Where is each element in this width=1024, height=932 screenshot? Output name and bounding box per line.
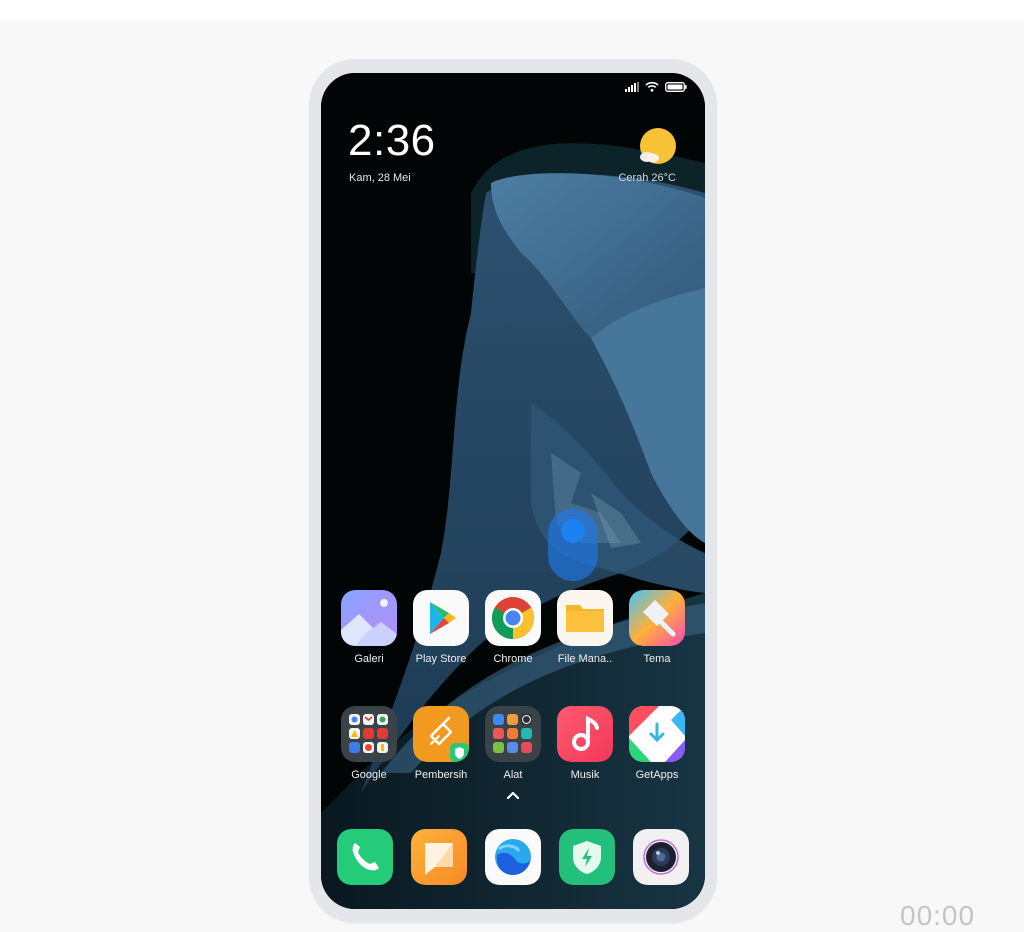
- app-label: Pembersih: [414, 769, 468, 781]
- chrome-icon: [485, 590, 541, 646]
- app-file-manager[interactable]: File Mana..: [553, 590, 617, 665]
- app-musik[interactable]: Musik: [553, 706, 617, 781]
- app-row-2: Google Pembersih Alat Musik GetApps: [337, 706, 689, 781]
- wallpaper: [321, 73, 705, 909]
- app-label: Tema: [643, 653, 671, 665]
- file-manager-icon: [557, 590, 613, 646]
- clock-time[interactable]: 2:36: [348, 119, 436, 163]
- app-pembersih[interactable]: Pembersih: [409, 706, 473, 781]
- camera-icon[interactable]: [633, 829, 689, 885]
- phone-screen: 2:36 Kam, 28 Mei Cerah 26°C Galeri Play …: [321, 73, 705, 909]
- app-alat-folder[interactable]: Alat: [481, 706, 545, 781]
- top-strip: [0, 0, 1024, 21]
- app-google-folder[interactable]: Google: [337, 706, 401, 781]
- app-getapps[interactable]: GetApps: [625, 706, 689, 781]
- app-label: Chrome: [493, 653, 533, 665]
- weather-text[interactable]: Cerah 26°C: [618, 172, 676, 184]
- app-play-store[interactable]: Play Store: [409, 590, 473, 665]
- touch-indicator: [548, 509, 598, 581]
- clock-date[interactable]: Kam, 28 Mei: [349, 172, 411, 184]
- status-bar: [625, 81, 687, 92]
- app-galeri[interactable]: Galeri: [337, 590, 401, 665]
- app-label: Google: [351, 769, 387, 781]
- app-label: File Mana..: [557, 653, 613, 665]
- cleaner-icon: [413, 706, 469, 762]
- themes-icon: [629, 590, 685, 646]
- tools-folder-icon: [485, 706, 541, 762]
- app-label: Musik: [570, 769, 600, 781]
- gallery-icon: [341, 590, 397, 646]
- touch-dot: [561, 519, 585, 543]
- sun-cloud-icon[interactable]: [637, 127, 677, 167]
- security-icon[interactable]: [559, 829, 615, 885]
- app-label: GetApps: [635, 769, 679, 781]
- recording-timer: 00:00: [900, 900, 976, 931]
- app-row-1: Galeri Play Store Chrome File Mana.. Tem…: [337, 590, 689, 665]
- phone-icon[interactable]: [337, 829, 393, 885]
- music-icon: [557, 706, 613, 762]
- google-folder-icon: [341, 706, 397, 762]
- app-label: Play Store: [415, 653, 467, 665]
- getapps-icon: [629, 706, 685, 762]
- chevron-up-icon[interactable]: [504, 789, 522, 801]
- app-tema[interactable]: Tema: [625, 590, 689, 665]
- app-label: Galeri: [354, 653, 384, 665]
- messages-icon[interactable]: [411, 829, 467, 885]
- app-label: Alat: [503, 769, 523, 781]
- app-chrome[interactable]: Chrome: [481, 590, 545, 665]
- signal-icon: [625, 81, 639, 92]
- dock: [337, 829, 689, 885]
- wifi-icon: [645, 81, 659, 92]
- browser-icon[interactable]: [485, 829, 541, 885]
- battery-icon: [665, 81, 687, 92]
- play-store-icon: [413, 590, 469, 646]
